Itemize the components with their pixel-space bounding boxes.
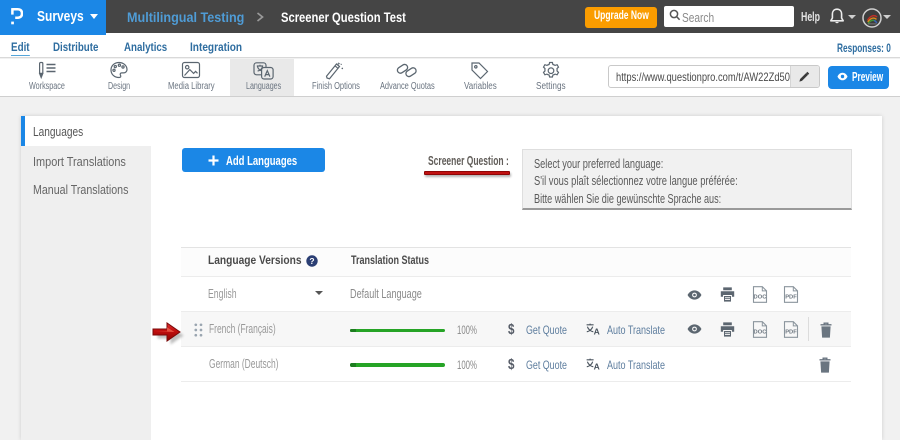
svg-text:A: A: [594, 327, 600, 335]
svg-text:?: ?: [309, 256, 314, 266]
svg-text:PDF: PDF: [785, 294, 797, 300]
svg-text:A: A: [594, 362, 600, 370]
svg-text:DOC: DOC: [753, 294, 767, 300]
svg-text:DOC: DOC: [753, 329, 767, 335]
svg-text:PDF: PDF: [785, 329, 797, 335]
